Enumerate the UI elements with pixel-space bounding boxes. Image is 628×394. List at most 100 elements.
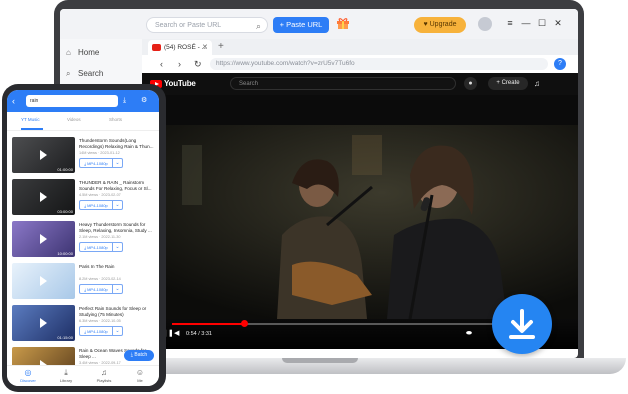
video-duration: 01:15:00 [57, 335, 73, 340]
video-thumbnail[interactable]: 01:15:00 [12, 305, 75, 341]
compass-icon: ◎ [24, 368, 32, 377]
maximize-icon[interactable]: ☐ [536, 18, 548, 29]
download-format-button[interactable]: ⤓ MP4-1080p [79, 326, 113, 336]
batch-button[interactable]: ⤓ Batch [124, 350, 154, 361]
progress-fill [172, 323, 245, 325]
video-thumbnail[interactable]: 01:00:00 [12, 137, 75, 173]
play-icon[interactable] [40, 192, 47, 202]
nav-playlists[interactable]: ♫ Playlists [89, 368, 119, 383]
url-bar[interactable]: https://www.youtube.com/watch?v=zrU5v7Tu… [210, 58, 548, 70]
download-format-button[interactable]: ⤓ MP4-1080p [79, 242, 113, 252]
tab-videos[interactable]: Videos [67, 116, 81, 124]
minimize-icon[interactable]: — [520, 18, 532, 28]
nav-label: Me [137, 378, 143, 383]
video-meta: 2.1M views · 2022-11-30 [79, 235, 121, 239]
video-meta: 6.3M views · 2022-10-05 [79, 319, 121, 323]
bell-icon[interactable]: ♫ [534, 77, 540, 90]
app-search-placeholder: Search or Paste URL [155, 22, 222, 29]
upgrade-button[interactable]: ♥ Upgrade [414, 17, 466, 33]
video-duration: 01:00:00 [57, 167, 73, 172]
download-format-button[interactable]: ⤓ MP4-1080p [79, 200, 113, 210]
forward-icon[interactable]: › [178, 56, 181, 72]
browser-tab-title: (54) ROSÉ - ... [164, 44, 207, 51]
laptop-notch [282, 358, 358, 363]
sidebar-item-search[interactable]: ⌕ Search [66, 66, 142, 82]
library-icon: ⤓ [64, 368, 68, 377]
video-thumbnail[interactable]: 03:00:00 [12, 179, 75, 215]
youtube-logo-text[interactable]: YouTube [164, 78, 196, 90]
settings-icon[interactable]: ⚙ [141, 95, 147, 107]
video-meta: 14M views · 2023-01-12 [79, 151, 120, 155]
back-icon[interactable]: ‹ [160, 56, 163, 72]
format-label: MP4-1080p [87, 329, 108, 334]
microphone-icon[interactable]: ● [464, 77, 477, 90]
youtube-favicon-icon [152, 44, 161, 51]
download-format-button[interactable]: ⤓ MP4-1080p [79, 158, 113, 168]
search-icon: ⌕ [66, 69, 71, 78]
video-meta: 4.5M views · 2023-02-07 [79, 193, 121, 197]
nav-label: Library [59, 378, 73, 383]
app-search-input[interactable]: Search or Paste URL ⌕ [146, 17, 268, 33]
chevron-down-icon[interactable]: ⌄ [113, 200, 123, 210]
avatar[interactable] [478, 17, 492, 31]
format-label: MP4-1080p [87, 161, 108, 166]
video-duration: 03:00:00 [57, 209, 73, 214]
video-frame-image [142, 125, 578, 319]
video-title: Thunderstorm Sounds(Long Recordings) Rel… [79, 138, 154, 149]
video-title: THUNDER & RAIN _ Rainstorm Sounds For Re… [79, 180, 152, 191]
nav-library[interactable]: ⤓ Library [51, 368, 81, 383]
user-icon: ☺ [135, 368, 145, 377]
help-icon[interactable]: ? [554, 58, 566, 70]
autoplay-toggle-icon[interactable]: ⬬ [466, 329, 472, 339]
sidebar-item-label: Home [78, 48, 100, 57]
download-format-button[interactable]: ⤓ MP4-1080p [79, 284, 113, 294]
video-title: Paris In The Rain [79, 264, 115, 269]
download-icon [509, 309, 535, 339]
close-icon[interactable]: ✕ [552, 18, 564, 29]
nav-label: Discover [20, 378, 36, 383]
sidebar-item-label: Search [78, 69, 104, 78]
format-label: MP4-1080p [87, 203, 108, 208]
video-time: 0:54 / 3:31 [186, 331, 212, 337]
download-icon[interactable]: ⤓ [123, 95, 126, 107]
phone-search-input[interactable]: rain [26, 95, 118, 107]
music-note-icon: ♫ [101, 368, 107, 377]
paste-url-button[interactable]: + Paste URL [273, 17, 329, 33]
play-icon[interactable] [40, 150, 47, 160]
nav-me[interactable]: ☺ Me [125, 368, 155, 383]
chevron-down-icon[interactable]: ⌄ [113, 242, 123, 252]
chevron-down-icon[interactable]: ⌄ [113, 158, 123, 168]
tab-active-indicator [21, 128, 43, 130]
volume-icon[interactable]: ◀ [174, 329, 179, 339]
download-video-button[interactable] [492, 294, 552, 354]
gift-icon[interactable] [336, 16, 350, 30]
format-label: MP4-1080p [87, 287, 108, 292]
menu-icon[interactable]: ≡ [504, 18, 516, 28]
play-icon[interactable] [40, 276, 47, 286]
video-title: Heavy Thunderstorm Sounds for Sleep, Rel… [79, 222, 152, 233]
play-icon[interactable] [40, 234, 47, 244]
play-icon[interactable] [40, 318, 47, 328]
chevron-down-icon[interactable]: ⌄ [113, 326, 123, 336]
batch-label: Batch [134, 352, 148, 358]
tab-close-icon[interactable]: ✕ [202, 40, 208, 55]
new-tab-icon[interactable]: + [218, 39, 224, 55]
sidebar-item-home[interactable]: ⌂ Home [66, 45, 142, 61]
reload-icon[interactable]: ↻ [194, 56, 202, 72]
youtube-search-input[interactable]: Search [230, 77, 456, 90]
home-icon: ⌂ [66, 48, 71, 57]
search-icon[interactable]: ⌕ [256, 18, 261, 34]
chevron-down-icon[interactable]: ⌄ [113, 284, 123, 294]
video-duration: 10:00:00 [57, 251, 73, 256]
format-label: MP4-1080p [87, 245, 108, 250]
phone-screen: ‹ rain ⤓ ⚙ YT Music Videos Shorts 01:00:… [7, 90, 159, 386]
nav-label: Playlists [96, 378, 112, 383]
video-thumbnail[interactable]: 10:00:00 [12, 221, 75, 257]
tab-shorts[interactable]: Shorts [109, 116, 122, 124]
video-thumbnail[interactable] [12, 263, 75, 299]
create-button[interactable]: + Create [488, 77, 528, 90]
video-meta: 8.2M views · 2023-02-14 [79, 277, 121, 281]
nav-discover[interactable]: ◎ Discover [13, 368, 43, 383]
tab-yt-music[interactable]: YT Music [21, 116, 40, 124]
back-icon[interactable]: ‹ [12, 95, 15, 107]
